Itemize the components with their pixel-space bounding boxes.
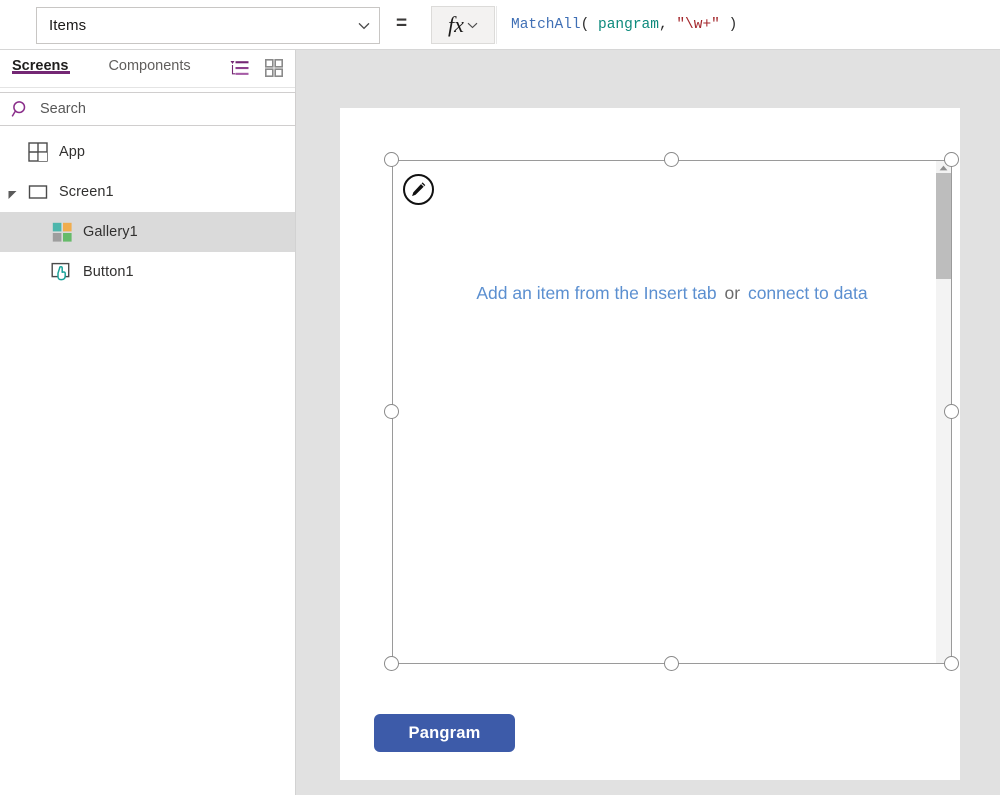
- selection-handle-top-right[interactable]: [944, 152, 959, 167]
- screen-icon: [27, 181, 49, 203]
- selection-handle-middle-left[interactable]: [384, 404, 399, 419]
- formula-token-punct: ,: [658, 17, 677, 33]
- search-input[interactable]: Search: [0, 92, 296, 126]
- tab-screens[interactable]: Screens: [12, 50, 71, 74]
- selection-handle-top-left[interactable]: [384, 152, 399, 167]
- placeholder-or-label: or: [724, 283, 741, 303]
- button-icon: [51, 261, 73, 283]
- tree-view-sidebar: Screens Components Search App Screen1 Ga…: [0, 50, 296, 795]
- fx-button[interactable]: fx: [431, 6, 495, 44]
- canvas-backdrop: Add an item from the Insert tab or conne…: [296, 50, 1000, 795]
- insert-item-link[interactable]: Add an item from the Insert tab: [476, 283, 716, 303]
- tree-item-gallery1[interactable]: Gallery1: [0, 212, 295, 252]
- formula-input[interactable]: MatchAll( pangram, "\w+" ): [496, 6, 1000, 44]
- formula-text: MatchAll( pangram, "\w+" ): [511, 17, 737, 33]
- formula-token-string: "\w+": [676, 17, 720, 33]
- tree-item-gallery1-label: Gallery1: [83, 224, 138, 240]
- selection-handle-top-center[interactable]: [664, 152, 679, 167]
- formula-token-punct: (: [580, 17, 599, 33]
- tree-item-app-label: App: [59, 144, 86, 160]
- tree-item-screen1-label: Screen1: [59, 184, 114, 200]
- tab-components[interactable]: Components: [108, 50, 192, 74]
- tree-item-button1-label: Button1: [83, 264, 134, 280]
- formula-token-punct: ): [719, 17, 738, 33]
- app-icon: [27, 141, 49, 163]
- sidebar-tab-strip: Screens Components: [0, 50, 295, 88]
- formula-token-ident: pangram: [598, 17, 659, 33]
- tree-item-app[interactable]: App: [0, 132, 295, 172]
- pangram-button[interactable]: Pangram: [374, 714, 515, 752]
- component-tree: App Screen1 Gallery1 Button1: [0, 126, 295, 292]
- fx-label: fx: [448, 12, 464, 37]
- scrollbar-thumb[interactable]: [936, 173, 951, 279]
- gallery-icon: [51, 221, 73, 243]
- chevron-down-icon: [349, 22, 379, 30]
- selection-handle-bottom-left[interactable]: [384, 656, 399, 671]
- pencil-icon[interactable]: [403, 174, 434, 205]
- formula-bar: Items = fx MatchAll( pangram, "\w+" ): [0, 0, 1000, 50]
- selection-handle-bottom-center[interactable]: [664, 656, 679, 671]
- chevron-down-icon: [467, 16, 478, 34]
- search-placeholder: Search: [40, 101, 86, 117]
- view-toggle-group: [229, 58, 285, 78]
- tab-components-label: Components: [108, 58, 191, 74]
- tree-view-icon[interactable]: [229, 58, 251, 78]
- app-screen-canvas[interactable]: Add an item from the Insert tab or conne…: [340, 108, 960, 780]
- tab-screens-label: Screens: [12, 58, 69, 74]
- selection-handle-bottom-right[interactable]: [944, 656, 959, 671]
- expand-collapse-caret-icon[interactable]: [8, 188, 18, 199]
- property-selector-value: Items: [49, 17, 87, 34]
- connect-to-data-link[interactable]: connect to data: [748, 283, 868, 303]
- gallery-control[interactable]: Add an item from the Insert tab or conne…: [392, 160, 952, 664]
- property-selector-dropdown[interactable]: Items: [36, 7, 380, 44]
- gallery-empty-placeholder: Add an item from the Insert tab or conne…: [393, 283, 951, 304]
- formula-token-fn: MatchAll: [511, 17, 581, 33]
- thumbnail-view-icon[interactable]: [263, 58, 285, 78]
- tree-item-button1[interactable]: Button1: [0, 252, 295, 292]
- search-icon: [0, 100, 40, 119]
- power-apps-studio: Items = fx MatchAll( pangram, "\w+" ) Sc…: [0, 0, 1000, 795]
- tree-item-screen1[interactable]: Screen1: [0, 172, 295, 212]
- equals-label: =: [396, 13, 408, 34]
- selection-handle-middle-right[interactable]: [944, 404, 959, 419]
